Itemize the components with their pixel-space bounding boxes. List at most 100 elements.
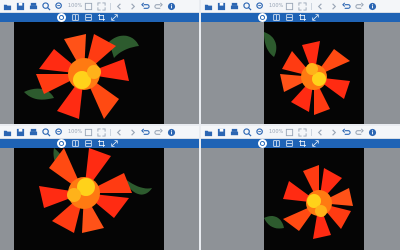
- fit-icon[interactable]: [84, 128, 93, 137]
- crop-icon[interactable]: [299, 14, 306, 21]
- mode-bar: [201, 13, 400, 22]
- arrow-right-icon[interactable]: [128, 2, 137, 11]
- arrow-right-icon[interactable]: [329, 2, 338, 11]
- print-icon[interactable]: [230, 128, 239, 137]
- arrow-left-icon[interactable]: [115, 2, 124, 11]
- toolbar: 100%: [0, 0, 199, 13]
- info-icon[interactable]: [368, 2, 377, 11]
- fullscreen-icon[interactable]: [298, 1, 307, 11]
- editor-pane-3: 100%: [0, 126, 199, 250]
- fit-icon[interactable]: [285, 2, 294, 11]
- mode-bar: [0, 139, 199, 148]
- print-icon[interactable]: [29, 2, 38, 11]
- folder-icon[interactable]: [3, 128, 12, 137]
- undo-icon[interactable]: [342, 2, 351, 11]
- crop-icon[interactable]: [299, 140, 306, 147]
- photo-canvas[interactable]: [264, 22, 364, 124]
- workspace: [0, 148, 199, 250]
- save-icon[interactable]: [16, 128, 25, 137]
- fullscreen-icon[interactable]: [97, 1, 106, 11]
- info-icon[interactable]: [167, 2, 176, 11]
- photo-canvas[interactable]: [264, 148, 364, 250]
- redo-icon[interactable]: [154, 128, 163, 137]
- info-icon[interactable]: [167, 128, 176, 137]
- compare-icon[interactable]: [72, 14, 79, 21]
- save-icon[interactable]: [16, 2, 25, 11]
- rotate-icon[interactable]: [258, 139, 267, 148]
- toolbar: 100%: [201, 0, 400, 13]
- folder-icon[interactable]: [204, 128, 213, 137]
- redo-icon[interactable]: [355, 2, 364, 11]
- toolbar-divider: [311, 2, 312, 10]
- folder-icon[interactable]: [204, 2, 213, 11]
- zoom-level[interactable]: 100%: [269, 3, 283, 9]
- split-icon[interactable]: [286, 140, 293, 147]
- flower-image: [14, 148, 164, 250]
- undo-icon[interactable]: [141, 2, 150, 11]
- editor-pane-1: 100%: [0, 0, 199, 124]
- toolbar-divider: [311, 128, 312, 136]
- resize-icon[interactable]: [111, 14, 118, 21]
- toolbar: 100%: [201, 126, 400, 139]
- zoom-in-icon[interactable]: [243, 127, 252, 137]
- zoom-out-icon[interactable]: [55, 127, 64, 137]
- arrow-right-icon[interactable]: [329, 128, 338, 137]
- zoom-out-icon[interactable]: [256, 127, 265, 137]
- print-icon[interactable]: [29, 128, 38, 137]
- split-icon[interactable]: [85, 14, 92, 21]
- flower-image: [264, 22, 364, 124]
- save-icon[interactable]: [217, 2, 226, 11]
- resize-icon[interactable]: [312, 14, 319, 21]
- photo-canvas[interactable]: [14, 22, 164, 124]
- arrow-left-icon[interactable]: [316, 128, 325, 137]
- save-icon[interactable]: [217, 128, 226, 137]
- zoom-level[interactable]: 100%: [269, 129, 283, 135]
- fullscreen-icon[interactable]: [298, 127, 307, 137]
- zoom-in-icon[interactable]: [42, 127, 51, 137]
- zoom-in-icon[interactable]: [243, 1, 252, 11]
- toolbar-divider: [110, 2, 111, 10]
- mode-bar: [201, 139, 400, 148]
- fit-icon[interactable]: [285, 128, 294, 137]
- zoom-level[interactable]: 100%: [68, 3, 82, 9]
- redo-icon[interactable]: [154, 2, 163, 11]
- compare-icon[interactable]: [273, 140, 280, 147]
- info-icon[interactable]: [368, 128, 377, 137]
- workspace: [0, 22, 199, 124]
- workspace: [201, 148, 400, 250]
- arrow-left-icon[interactable]: [115, 128, 124, 137]
- split-icon[interactable]: [286, 14, 293, 21]
- split-icon[interactable]: [85, 140, 92, 147]
- editor-pane-4: 100%: [201, 126, 400, 250]
- mode-bar: [0, 13, 199, 22]
- toolbar: 100%: [0, 126, 199, 139]
- photo-canvas[interactable]: [14, 148, 164, 250]
- undo-icon[interactable]: [342, 128, 351, 137]
- crop-icon[interactable]: [98, 14, 105, 21]
- fit-icon[interactable]: [84, 2, 93, 11]
- redo-icon[interactable]: [355, 128, 364, 137]
- print-icon[interactable]: [230, 2, 239, 11]
- rotate-icon[interactable]: [57, 139, 66, 148]
- rotate-icon[interactable]: [57, 13, 66, 22]
- fullscreen-icon[interactable]: [97, 127, 106, 137]
- compare-icon[interactable]: [72, 140, 79, 147]
- undo-icon[interactable]: [141, 128, 150, 137]
- zoom-level[interactable]: 100%: [68, 129, 82, 135]
- crop-icon[interactable]: [98, 140, 105, 147]
- arrow-left-icon[interactable]: [316, 2, 325, 11]
- zoom-out-icon[interactable]: [55, 1, 64, 11]
- zoom-in-icon[interactable]: [42, 1, 51, 11]
- flower-image: [264, 148, 364, 250]
- compare-icon[interactable]: [273, 14, 280, 21]
- resize-icon[interactable]: [111, 140, 118, 147]
- resize-icon[interactable]: [312, 140, 319, 147]
- flower-image: [14, 22, 164, 124]
- zoom-out-icon[interactable]: [256, 1, 265, 11]
- toolbar-divider: [110, 128, 111, 136]
- folder-icon[interactable]: [3, 2, 12, 11]
- editor-pane-2: 100%: [201, 0, 400, 124]
- workspace: [201, 22, 400, 124]
- rotate-icon[interactable]: [258, 13, 267, 22]
- arrow-right-icon[interactable]: [128, 128, 137, 137]
